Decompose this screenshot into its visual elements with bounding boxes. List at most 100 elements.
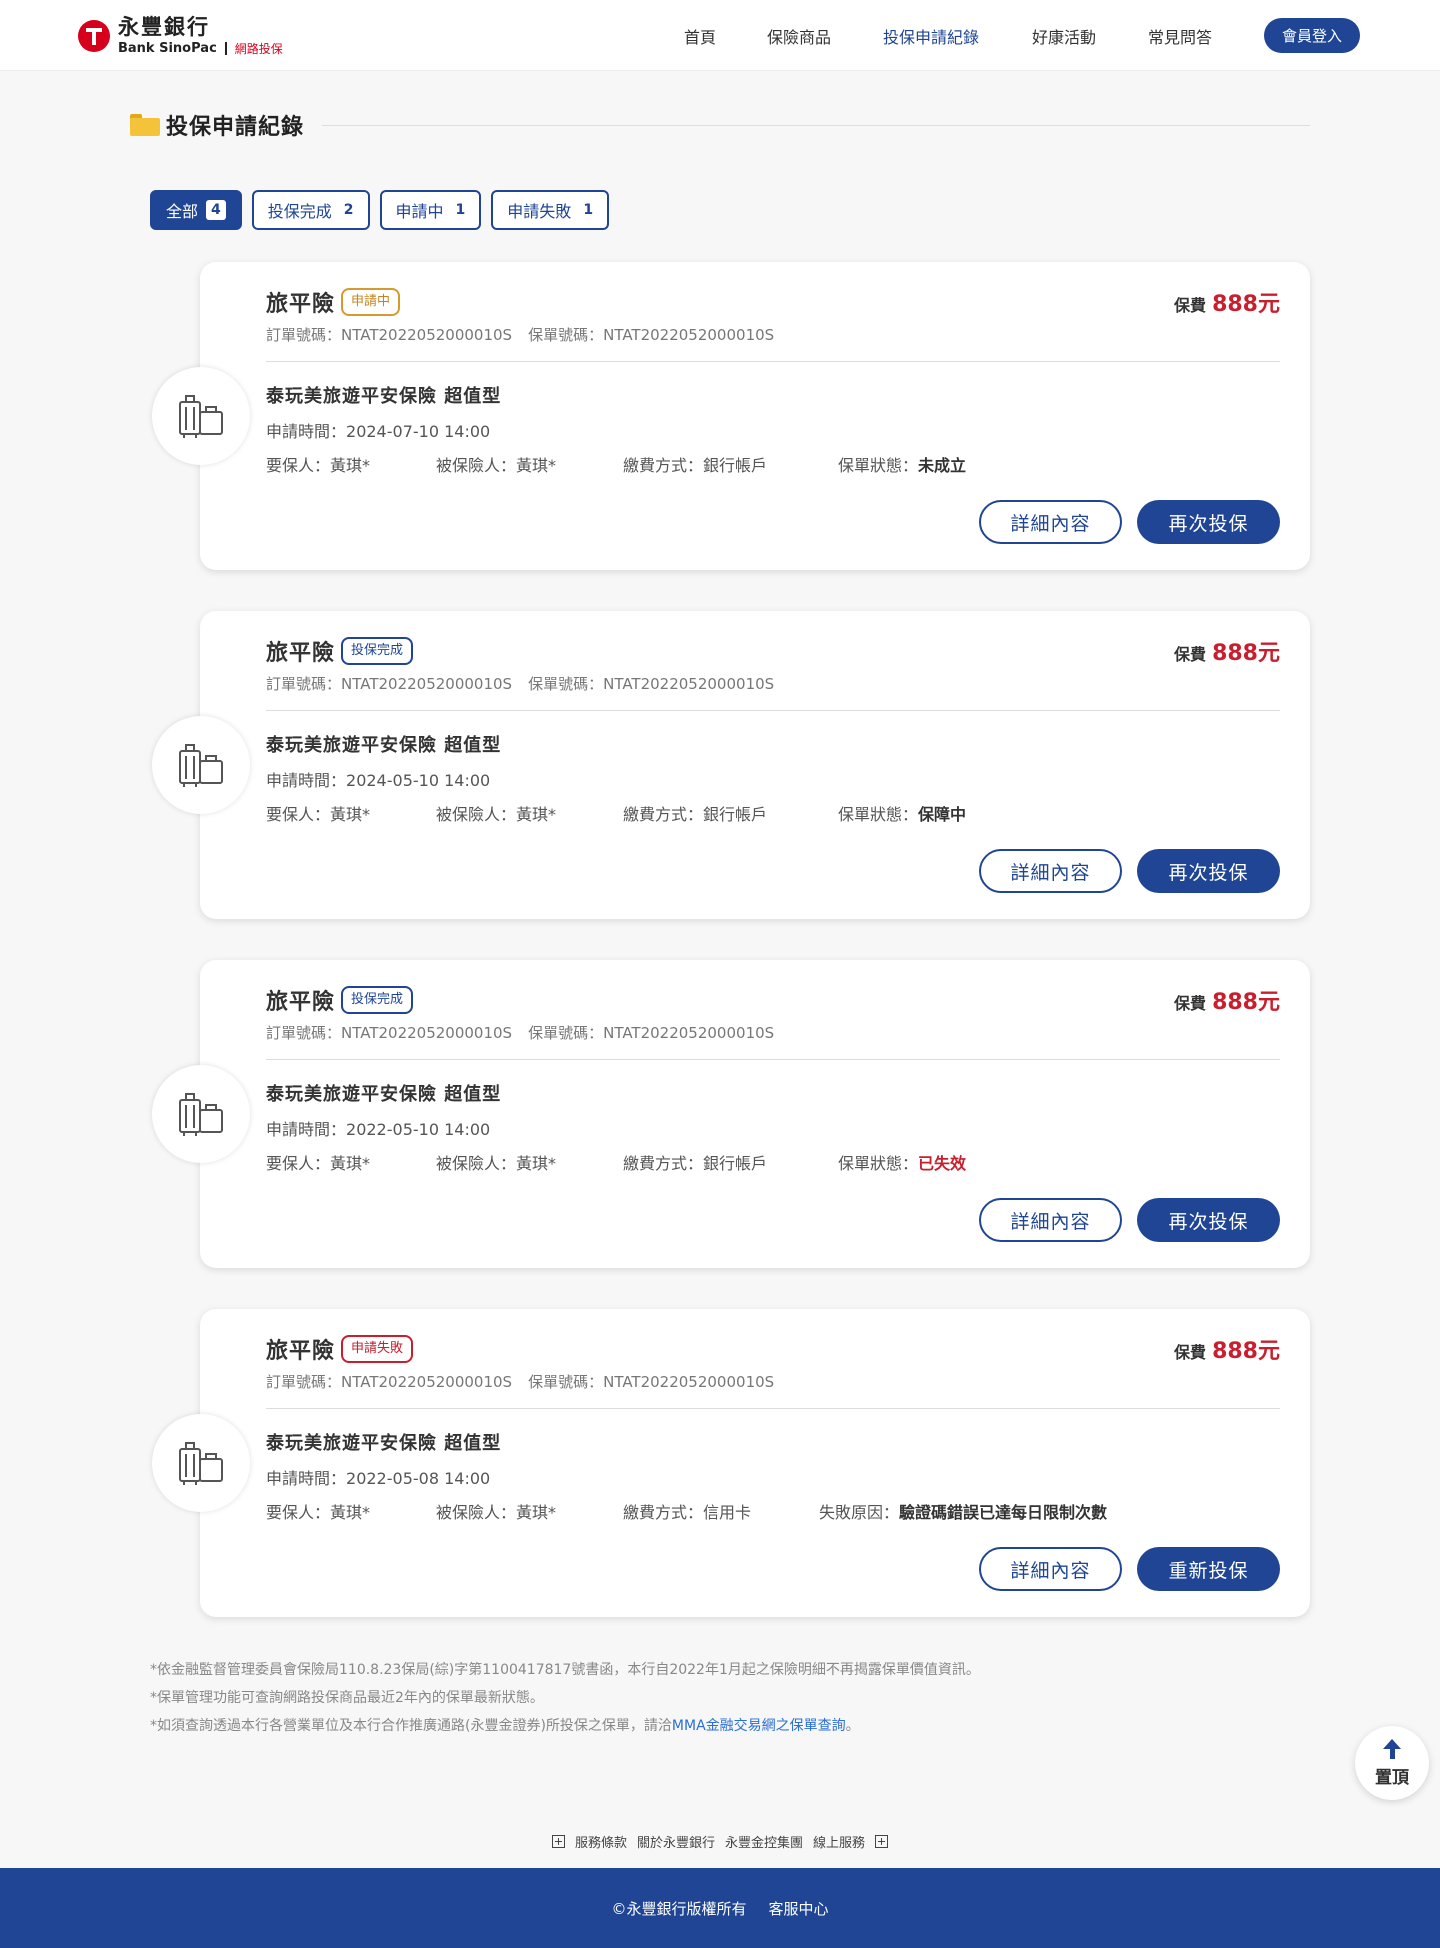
- premium-label: 保費: [1174, 994, 1207, 1013]
- premium-amount: 888元: [1212, 641, 1280, 666]
- page-title: 投保申請紀錄: [166, 115, 305, 140]
- nav-records[interactable]: 投保申請紀錄: [883, 24, 979, 48]
- policy-status: 保單狀態：保障中: [838, 805, 967, 824]
- footer-bar: ©永豐銀行版權所有 客服中心: [0, 1868, 1440, 1948]
- tab-all[interactable]: 全部 4: [150, 190, 242, 230]
- reapply-button[interactable]: 再次投保: [1137, 849, 1280, 893]
- copyright: ©永豐銀行版權所有: [611, 1899, 747, 1918]
- premium-label: 保費: [1174, 1343, 1207, 1362]
- footer-link-group[interactable]: 永豐金控集團: [725, 1832, 803, 1851]
- card-divider: [266, 1408, 1280, 1409]
- product-name: 泰玩美旅遊平安保險 超值型: [266, 1433, 502, 1454]
- premium-amount: 888元: [1212, 292, 1280, 317]
- back-to-top-button[interactable]: 置頂: [1355, 1726, 1429, 1800]
- card-divider: [266, 710, 1280, 711]
- detail-button[interactable]: 詳細內容: [979, 500, 1122, 544]
- reapply-button[interactable]: 再次投保: [1137, 1198, 1280, 1242]
- apply-time: 申請時間：2024-05-10 14:00: [266, 771, 491, 790]
- policy-number: 保單號碼：NTAT2022052000010S: [528, 326, 775, 344]
- policy-status: 失敗原因：驗證碼錯誤已達每日限制次數: [819, 1503, 1108, 1522]
- page-title-row: 投保申請紀錄: [130, 108, 1310, 142]
- card-divider: [266, 1059, 1280, 1060]
- apply-time: 申請時間：2022-05-08 14:00: [266, 1469, 491, 1488]
- mma-link[interactable]: MMA金融交易網之保單查詢: [672, 1718, 846, 1734]
- tab-count: 1: [455, 202, 466, 218]
- tab-pending[interactable]: 申請中 1: [379, 190, 482, 230]
- order-number: 訂單號碼：NTAT2022052000010S: [266, 1373, 513, 1391]
- policy-details: 要保人：黃琪* 被保險人：黃琪* 繳費方式：銀行帳戶 保單狀態：未成立: [266, 452, 1280, 475]
- logo-name-en: Bank SinoPac: [118, 41, 217, 56]
- insured: 被保險人：黃琪*: [436, 1503, 557, 1522]
- detail-button[interactable]: 詳細內容: [979, 849, 1122, 893]
- insurance-type: 旅平險: [266, 1339, 336, 1364]
- record-card: 旅平險 投保完成 保費 888元 訂單號碼：NTAT2022052000010S…: [200, 960, 1310, 1268]
- premium: 保費 888元: [1174, 635, 1280, 667]
- detail-button[interactable]: 詳細內容: [979, 1198, 1122, 1242]
- premium: 保費 888元: [1174, 286, 1280, 318]
- nav-faq[interactable]: 常見問答: [1148, 24, 1212, 48]
- nav-products[interactable]: 保險商品: [767, 24, 831, 48]
- footer-link-terms[interactable]: 服務條款: [575, 1832, 627, 1851]
- applicant: 要保人：黃琪*: [266, 805, 371, 824]
- product-name: 泰玩美旅遊平安保險 超值型: [266, 1084, 502, 1105]
- folder-icon: [130, 114, 160, 136]
- premium-label: 保費: [1174, 296, 1207, 315]
- arrow-up-icon: [1383, 1738, 1401, 1749]
- footer-link-online[interactable]: 線上服務: [813, 1832, 865, 1851]
- tab-count: 1: [583, 202, 594, 218]
- tab-count: 4: [206, 200, 226, 220]
- detail-button[interactable]: 詳細內容: [979, 1547, 1122, 1591]
- premium: 保費 888元: [1174, 984, 1280, 1016]
- payment-method: 繳費方式：信用卡: [623, 1503, 752, 1522]
- customer-service-link[interactable]: 客服中心: [769, 1898, 829, 1919]
- sinopac-logo-icon: [78, 20, 110, 52]
- expand-icon[interactable]: [875, 1835, 889, 1848]
- nav-promotions[interactable]: 好康活動: [1032, 24, 1096, 48]
- note-line: *如須查詢透過本行各營業單位及本行合作推廣通路(永豐金證券)所投保之保單，請洽M…: [150, 1718, 860, 1734]
- expand-icon[interactable]: [551, 1835, 565, 1848]
- bank-logo[interactable]: 永豐銀行 Bank SinoPac 網路投保: [78, 14, 283, 58]
- status-badge: 投保完成: [341, 637, 414, 665]
- reapply-button[interactable]: 重新投保: [1137, 1547, 1280, 1591]
- product-name: 泰玩美旅遊平安保險 超值型: [266, 386, 502, 407]
- login-button[interactable]: 會員登入: [1264, 18, 1360, 53]
- policy-details: 要保人：黃琪* 被保險人：黃琪* 繳費方式：銀行帳戶 保單狀態：已失效: [266, 1150, 1280, 1173]
- logo-separator: [224, 42, 227, 55]
- nav-home[interactable]: 首頁: [684, 24, 716, 48]
- record-card: 旅平險 申請中 保費 888元 訂單號碼：NTAT2022052000010S …: [200, 262, 1310, 570]
- policy-status: 保單狀態：已失效: [838, 1154, 967, 1173]
- luggage-icon: [152, 367, 250, 465]
- insurance-type: 旅平險: [266, 292, 336, 317]
- footer-links: 服務條款 關於永豐銀行 永豐金控集團 線上服務: [0, 1832, 1440, 1851]
- logo-channel: 網路投保: [234, 42, 283, 56]
- insurance-type: 旅平險: [266, 641, 336, 666]
- order-number: 訂單號碼：NTAT2022052000010S: [266, 1024, 513, 1042]
- disclaimer-notes: *依金融監督管理委員會保險局110.8.23保局(綜)字第1100417817號…: [150, 1656, 980, 1740]
- record-card: 旅平險 投保完成 保費 888元 訂單號碼：NTAT2022052000010S…: [200, 611, 1310, 919]
- insured: 被保險人：黃琪*: [436, 805, 557, 824]
- payment-method: 繳費方式：銀行帳戶: [623, 1154, 768, 1173]
- note-line: *依金融監督管理委員會保險局110.8.23保局(綜)字第1100417817號…: [150, 1662, 980, 1678]
- status-badge: 申請中: [341, 288, 401, 316]
- logo-name-zh: 永豐銀行: [118, 15, 210, 39]
- insurance-type: 旅平險: [266, 990, 336, 1015]
- premium-amount: 888元: [1212, 1339, 1280, 1364]
- applicant: 要保人：黃琪*: [266, 1154, 371, 1173]
- order-number: 訂單號碼：NTAT2022052000010S: [266, 675, 513, 693]
- policy-details: 要保人：黃琪* 被保險人：黃琪* 繳費方式：銀行帳戶 保單狀態：保障中: [266, 801, 1280, 824]
- record-card: 旅平險 申請失敗 保費 888元 訂單號碼：NTAT2022052000010S…: [200, 1309, 1310, 1617]
- status-badge: 申請失敗: [341, 1335, 414, 1363]
- order-number: 訂單號碼：NTAT2022052000010S: [266, 326, 513, 344]
- title-divider: [322, 124, 1310, 126]
- tab-count: 2: [343, 202, 354, 218]
- tab-completed[interactable]: 投保完成 2: [251, 190, 370, 230]
- product-name: 泰玩美旅遊平安保險 超值型: [266, 735, 502, 756]
- reapply-button[interactable]: 再次投保: [1137, 500, 1280, 544]
- footer-link-about[interactable]: 關於永豐銀行: [637, 1832, 715, 1851]
- note-line: *保單管理功能可查詢網路投保商品最近2年內的保單最新狀態。: [150, 1690, 544, 1706]
- tab-failed[interactable]: 申請失敗 1: [491, 190, 610, 230]
- apply-time: 申請時間：2022-05-10 14:00: [266, 1120, 491, 1139]
- insured: 被保險人：黃琪*: [436, 456, 557, 475]
- policy-number: 保單號碼：NTAT2022052000010S: [528, 675, 775, 693]
- premium-amount: 888元: [1212, 990, 1280, 1015]
